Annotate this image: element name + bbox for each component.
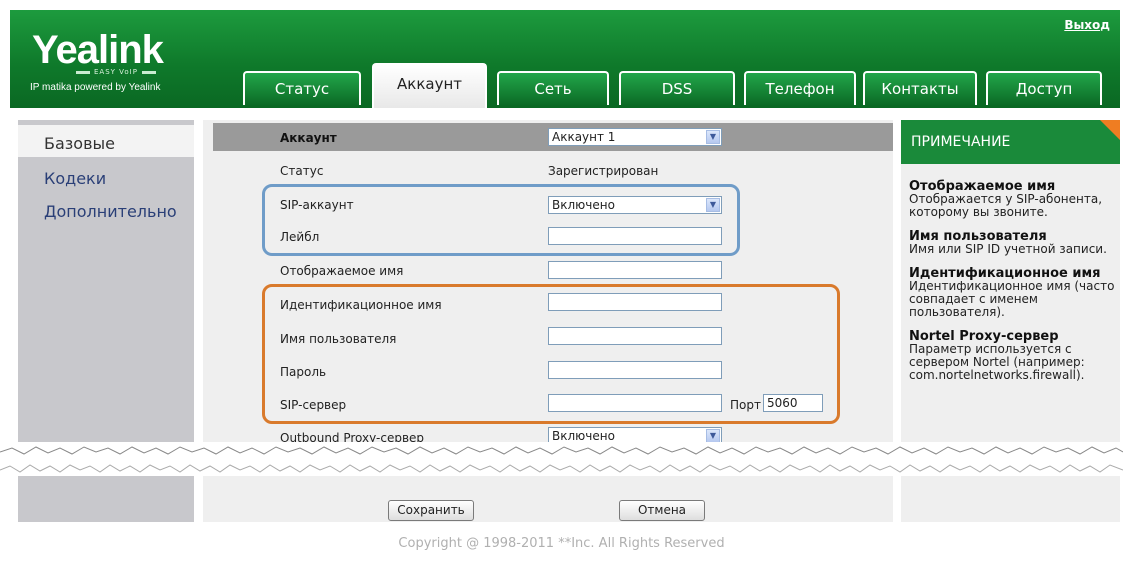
yealink-logo: Yealink — [32, 28, 164, 72]
tab-dss[interactable]: DSS — [619, 71, 735, 105]
note-group-text: Имя или SIP ID учетной записи. — [909, 242, 1107, 256]
account-select-label: Аккаунт — [280, 131, 337, 145]
note-group: Nortel Proxy-сервер Параметр используетс… — [909, 330, 1115, 382]
logout-link[interactable]: Выход — [1064, 18, 1110, 32]
note-group-text: Идентификационное имя (часто совпадает с… — [909, 279, 1115, 319]
copyright-text: Copyright @ 1998-2011 **Inc. All Rights … — [398, 536, 725, 551]
note-panel-bottom — [901, 470, 1120, 522]
tab-status[interactable]: Статус — [243, 71, 361, 105]
sidebar: Базовые Кодеки Дополнительно — [18, 120, 194, 445]
tab-phone[interactable]: Телефон — [744, 71, 856, 105]
sidebar-item-basic[interactable]: Базовые — [18, 125, 194, 157]
note-body: Отображаемое имя Отображается у SIP-абон… — [909, 180, 1115, 393]
chevron-down-icon: ▼ — [706, 429, 720, 443]
form-footer — [203, 470, 893, 522]
account-select[interactable]: Аккаунт 1 ▼ — [548, 128, 722, 146]
highlight-box-blue — [262, 184, 740, 256]
status-label: Статус — [280, 164, 324, 178]
note-group-text: Отображается у SIP-абонента, которому вы… — [909, 192, 1103, 219]
tab-account[interactable]: Аккаунт — [372, 63, 487, 108]
tab-access[interactable]: Доступ — [986, 71, 1102, 105]
note-group: Имя пользователя Имя или SIP ID учетной … — [909, 230, 1115, 256]
sidebar-item-codecs[interactable]: Кодеки — [18, 169, 194, 188]
display-name-input[interactable] — [548, 261, 722, 279]
note-group: Идентификационное имя Идентификационное … — [909, 267, 1115, 319]
sidebar-bottom — [18, 470, 194, 522]
highlight-box-orange — [262, 284, 840, 424]
note-group-text: Параметр используется с сервером Nortel … — [909, 342, 1085, 382]
save-button[interactable]: Сохранить — [388, 500, 474, 521]
note-panel: ПРИМЕЧАНИЕ Отображаемое имя Отображается… — [901, 120, 1120, 445]
note-title: ПРИМЕЧАНИЕ — [901, 120, 1120, 164]
status-value: Зарегистрирован — [548, 164, 659, 178]
app-header: Yealink EASY VoIP IP matika powered by Y… — [10, 10, 1120, 108]
cancel-button[interactable]: Отмена — [619, 500, 705, 521]
chevron-down-icon: ▼ — [706, 130, 720, 144]
display-name-label: Отображаемое имя — [280, 264, 404, 278]
logo-subtitle: EASY VoIP — [72, 68, 160, 76]
sidebar-item-advanced[interactable]: Дополнительно — [18, 202, 194, 221]
tab-network[interactable]: Сеть — [497, 71, 609, 105]
torn-edge-divider — [0, 442, 1123, 476]
logo-tagline: IP matika powered by Yealink — [30, 82, 161, 93]
tab-contacts[interactable]: Контакты — [863, 71, 977, 105]
note-group: Отображаемое имя Отображается у SIP-абон… — [909, 180, 1115, 219]
note-corner-decoration — [1100, 120, 1120, 140]
account-select-value: Аккаунт 1 — [552, 130, 616, 144]
outbound-proxy-value: Включено — [552, 429, 615, 443]
